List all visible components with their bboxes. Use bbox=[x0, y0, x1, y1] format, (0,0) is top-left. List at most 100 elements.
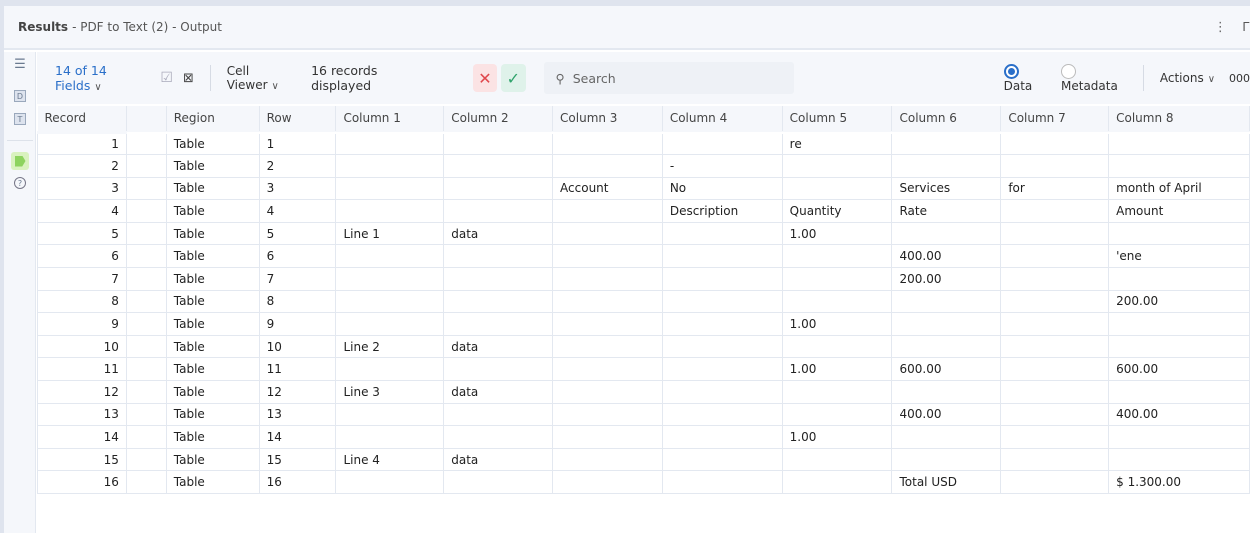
column-header[interactable]: Column 5 bbox=[782, 106, 893, 132]
table-cell[interactable] bbox=[1000, 380, 1110, 404]
table-cell[interactable] bbox=[1000, 357, 1110, 382]
help-icon[interactable]: ? bbox=[14, 177, 26, 189]
table-cell[interactable]: 14 bbox=[258, 425, 337, 449]
pin-icon[interactable]: Ꮁ bbox=[1243, 20, 1250, 35]
record-number[interactable]: 16 bbox=[37, 470, 127, 494]
more-options-icon[interactable]: ⋮ bbox=[1214, 20, 1227, 35]
table-cell[interactable]: 6 bbox=[258, 244, 337, 269]
table-cell[interactable]: month of April bbox=[1108, 176, 1250, 201]
table-cell[interactable]: 400.00 bbox=[891, 402, 1002, 427]
column-header[interactable]: Column 8 bbox=[1108, 106, 1250, 132]
column-header[interactable]: Column 6 bbox=[891, 106, 1002, 132]
table-cell[interactable] bbox=[661, 267, 783, 291]
table-cell[interactable] bbox=[335, 312, 445, 336]
table-cell[interactable] bbox=[891, 221, 1002, 246]
table-cell[interactable]: data bbox=[443, 447, 554, 472]
reject-button[interactable]: ✕ bbox=[472, 64, 498, 92]
record-number[interactable]: 4 bbox=[37, 199, 127, 223]
table-cell[interactable] bbox=[1000, 289, 1110, 314]
column-header[interactable]: Column 3 bbox=[552, 106, 663, 132]
table-cell[interactable] bbox=[443, 154, 554, 178]
table-cell[interactable] bbox=[1108, 334, 1250, 359]
table-cell[interactable] bbox=[125, 199, 167, 223]
table-cell[interactable]: 13 bbox=[258, 402, 337, 427]
table-cell[interactable]: Table bbox=[165, 470, 260, 494]
table-cell[interactable] bbox=[1108, 425, 1250, 449]
table-cell[interactable] bbox=[552, 380, 663, 404]
record-number[interactable]: 1 bbox=[37, 131, 127, 156]
table-cell[interactable] bbox=[661, 131, 783, 156]
table-cell[interactable] bbox=[125, 244, 167, 269]
table-cell[interactable] bbox=[552, 154, 663, 178]
table-cell[interactable] bbox=[661, 380, 783, 404]
table-cell[interactable] bbox=[661, 312, 783, 336]
table-cell[interactable] bbox=[781, 154, 893, 178]
table-cell[interactable]: 400.00 bbox=[1108, 402, 1250, 427]
column-header[interactable]: Column 4 bbox=[662, 106, 783, 132]
table-cell[interactable] bbox=[781, 176, 893, 201]
fields-dropdown[interactable]: 14 of 14 Fields ∨ bbox=[55, 63, 144, 93]
table-cell[interactable] bbox=[1000, 154, 1110, 178]
table-cell[interactable] bbox=[781, 244, 893, 269]
table-cell[interactable] bbox=[661, 470, 783, 494]
table-cell[interactable]: 1.00 bbox=[781, 357, 893, 382]
table-cell[interactable] bbox=[1000, 425, 1110, 449]
table-cell[interactable] bbox=[125, 357, 167, 382]
table-cell[interactable] bbox=[552, 289, 663, 314]
table-cell[interactable] bbox=[781, 470, 893, 494]
table-cell[interactable]: 1.00 bbox=[781, 221, 893, 246]
table-cell[interactable] bbox=[1108, 154, 1250, 178]
table-cell[interactable]: 1.00 bbox=[781, 312, 893, 336]
table-cell[interactable]: data bbox=[443, 380, 554, 404]
table-cell[interactable] bbox=[335, 199, 445, 223]
table-cell[interactable] bbox=[125, 380, 167, 404]
table-cell[interactable] bbox=[1000, 334, 1110, 359]
table-cell[interactable] bbox=[552, 312, 663, 336]
table-cell[interactable] bbox=[443, 267, 554, 291]
table-cell[interactable] bbox=[1108, 312, 1250, 336]
table-cell[interactable] bbox=[1108, 267, 1250, 291]
record-number[interactable]: 10 bbox=[37, 334, 127, 359]
table-cell[interactable] bbox=[661, 289, 783, 314]
tag-icon[interactable] bbox=[11, 152, 29, 170]
table-cell[interactable]: data bbox=[443, 221, 554, 246]
column-header[interactable] bbox=[126, 106, 167, 132]
record-number[interactable]: 13 bbox=[37, 402, 127, 427]
table-cell[interactable] bbox=[443, 402, 554, 427]
record-number[interactable]: 12 bbox=[37, 380, 127, 404]
record-number[interactable]: 8 bbox=[37, 289, 127, 314]
table-cell[interactable] bbox=[125, 131, 167, 156]
table-cell[interactable] bbox=[443, 425, 554, 449]
table-cell[interactable] bbox=[125, 154, 167, 178]
table-cell[interactable] bbox=[125, 289, 167, 314]
table-cell[interactable]: 8 bbox=[258, 289, 337, 314]
table-cell[interactable] bbox=[443, 470, 554, 494]
table-cell[interactable]: 10 bbox=[258, 334, 337, 359]
record-number[interactable]: 2 bbox=[37, 154, 127, 178]
table-cell[interactable] bbox=[1108, 447, 1250, 472]
table-cell[interactable] bbox=[552, 199, 663, 223]
table-cell[interactable] bbox=[335, 244, 445, 269]
table-cell[interactable] bbox=[891, 447, 1002, 472]
table-cell[interactable] bbox=[781, 447, 893, 472]
record-number[interactable]: 7 bbox=[37, 267, 127, 291]
table-cell[interactable]: 200.00 bbox=[891, 267, 1002, 291]
column-header[interactable]: Column 2 bbox=[443, 106, 554, 132]
table-cell[interactable] bbox=[661, 425, 783, 449]
t-icon[interactable]: T bbox=[14, 113, 26, 125]
table-cell[interactable]: Line 3 bbox=[335, 380, 445, 404]
table-cell[interactable] bbox=[1108, 131, 1250, 156]
table-cell[interactable] bbox=[1000, 199, 1110, 223]
table-cell[interactable]: Table bbox=[165, 244, 260, 269]
table-cell[interactable] bbox=[661, 244, 783, 269]
table-cell[interactable] bbox=[552, 425, 663, 449]
table-cell[interactable] bbox=[1000, 221, 1110, 246]
table-cell[interactable] bbox=[781, 334, 893, 359]
table-cell[interactable]: Table bbox=[165, 425, 260, 449]
table-cell[interactable]: Table bbox=[165, 447, 260, 472]
table-cell[interactable] bbox=[1000, 267, 1110, 291]
table-cell[interactable] bbox=[335, 267, 445, 291]
table-cell[interactable] bbox=[125, 425, 167, 449]
table-cell[interactable] bbox=[335, 154, 445, 178]
table-cell[interactable]: Line 4 bbox=[335, 447, 445, 472]
